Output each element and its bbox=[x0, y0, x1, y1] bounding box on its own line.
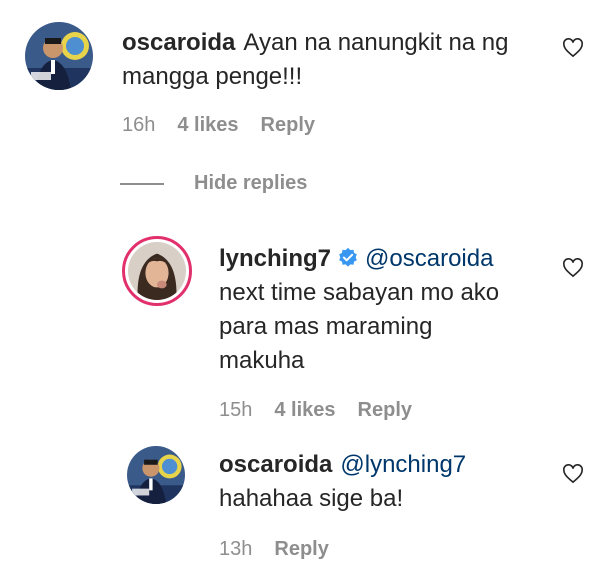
reply-text-line: next time sabayan mo ako bbox=[219, 279, 500, 306]
hide-replies-button[interactable]: Hide replies bbox=[120, 172, 307, 195]
comments-thread: oscaroida Ayan na nanungkit na ng mangga … bbox=[0, 0, 600, 578]
heart-outline-icon[interactable] bbox=[562, 258, 584, 278]
reply-body: lynching7 @oscaroida next time sabayan m… bbox=[219, 242, 539, 378]
avatar-oscaroida[interactable] bbox=[127, 446, 185, 504]
reply-username[interactable]: lynching7 bbox=[219, 245, 331, 272]
heart-outline-icon[interactable] bbox=[562, 38, 584, 58]
comment-body: oscaroida Ayan na nanungkit na ng mangga … bbox=[122, 26, 542, 94]
reply-body: oscaroida @lynching7 hahahaa sige ba! bbox=[219, 448, 539, 516]
avatar-lynching7[interactable] bbox=[122, 236, 192, 306]
comment-likes[interactable]: 4 likes bbox=[177, 114, 238, 137]
reply-button[interactable]: Reply bbox=[274, 538, 328, 561]
reply-mention[interactable]: @oscaroida bbox=[365, 245, 493, 272]
reply-time: 15h bbox=[219, 399, 253, 421]
reply-username[interactable]: oscaroida bbox=[219, 451, 332, 478]
reply-button[interactable]: Reply bbox=[358, 399, 412, 422]
reply-text-line: makuha bbox=[219, 347, 305, 374]
reply-button[interactable]: Reply bbox=[261, 114, 315, 137]
comment-username[interactable]: oscaroida bbox=[122, 29, 235, 56]
heart-outline-icon[interactable] bbox=[562, 464, 584, 484]
reply-text: hahahaa sige ba! bbox=[219, 485, 404, 512]
reply-likes[interactable]: 4 likes bbox=[274, 399, 335, 422]
divider-line bbox=[120, 182, 164, 185]
verified-badge-icon bbox=[339, 247, 357, 267]
avatar-oscaroida[interactable] bbox=[25, 22, 93, 90]
reply-text-line: para mas maraming bbox=[219, 313, 433, 340]
hide-replies-label: Hide replies bbox=[194, 172, 308, 194]
comment-time: 16h bbox=[122, 114, 156, 136]
comment-meta: 16h 4 likes Reply bbox=[122, 114, 315, 137]
reply-meta: 13h Reply bbox=[219, 538, 329, 561]
reply-time: 13h bbox=[219, 538, 253, 560]
reply-meta: 15h 4 likes Reply bbox=[219, 399, 412, 422]
reply-mention[interactable]: @lynching7 bbox=[340, 451, 466, 478]
